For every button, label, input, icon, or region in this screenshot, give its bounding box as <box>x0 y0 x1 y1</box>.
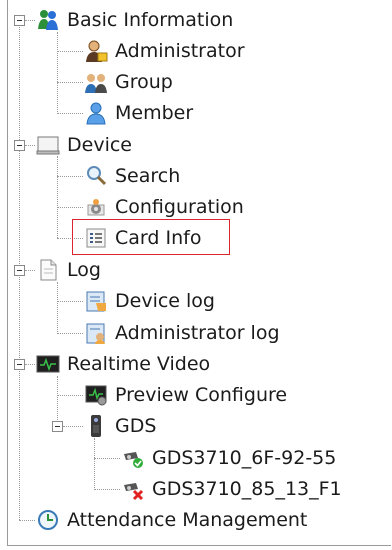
tree-node-label: Attendance Management <box>67 509 308 531</box>
tree-connector <box>57 51 83 52</box>
tree-node-label: GDS <box>115 415 157 437</box>
tree-node-label: Search <box>115 165 181 187</box>
tree-connector <box>57 113 83 114</box>
tree-node-member[interactable]: Member <box>84 98 196 128</box>
tree-connector <box>57 176 83 177</box>
tree-node-label: GDS3710_6F-92-55 <box>152 447 337 469</box>
preview-configure-icon <box>84 383 108 407</box>
tree-node-configuration[interactable]: Configuration <box>84 192 247 222</box>
navigation-tree: Basic Information Administrator Group Me… <box>7 0 391 546</box>
tree-node-label: Realtime Video <box>67 353 211 375</box>
tree-node-label: GDS3710_85_13_F1 <box>152 478 342 500</box>
tree-node-gds[interactable]: GDS <box>84 411 159 441</box>
tree-connector <box>63 426 83 427</box>
tree-node-device-log[interactable]: Device log <box>84 286 218 316</box>
camera-offline-icon <box>121 477 145 501</box>
card-info-highlight-box <box>72 219 230 255</box>
people-group-icon <box>36 8 60 32</box>
tree-connector <box>57 395 83 396</box>
tree-guide-basic <box>57 32 58 114</box>
tree-node-attendance-management[interactable]: Attendance Management <box>36 505 310 535</box>
tree-connector <box>25 20 35 21</box>
tree-node-administrator[interactable]: Administrator <box>84 36 248 66</box>
collapse-realtime-video-toggle[interactable] <box>14 359 25 370</box>
member-user-icon <box>84 101 108 125</box>
gds-device-icon <box>84 414 108 438</box>
collapse-device-toggle[interactable] <box>14 140 25 151</box>
collapse-log-toggle[interactable] <box>14 265 25 276</box>
device-icon <box>36 133 60 157</box>
tree-node-label: Log <box>67 259 101 281</box>
tree-node-administrator-log[interactable]: Administrator log <box>84 318 283 348</box>
administrator-user-icon <box>84 39 108 63</box>
tree-node-label: Device log <box>115 290 215 312</box>
collapse-gds-toggle[interactable] <box>52 421 63 432</box>
tree-node-search[interactable]: Search <box>84 161 183 191</box>
tree-node-gds-device-1[interactable]: GDS3710_6F-92-55 <box>121 443 339 473</box>
group-users-icon <box>84 70 108 94</box>
tree-connector <box>94 489 120 490</box>
tree-node-label: Basic Information <box>67 9 234 31</box>
tree-node-realtime-video[interactable]: Realtime Video <box>36 349 213 379</box>
collapse-basic-information-toggle[interactable] <box>14 15 25 26</box>
tree-connector <box>57 301 83 302</box>
attendance-clock-icon <box>36 508 60 532</box>
tree-node-label: Member <box>115 102 194 124</box>
tree-node-label: Configuration <box>115 196 244 218</box>
tree-connector <box>57 207 83 208</box>
tree-node-group[interactable]: Group <box>84 67 176 97</box>
video-monitor-icon <box>36 352 60 376</box>
tree-node-label: Device <box>67 134 132 156</box>
tree-node-label: Administrator <box>115 40 245 62</box>
tree-node-label: Administrator log <box>115 322 280 344</box>
device-log-icon <box>84 289 108 313</box>
tree-node-preview-configure[interactable]: Preview Configure <box>84 380 290 410</box>
tree-guide-log <box>57 282 58 334</box>
tree-connector <box>57 333 83 334</box>
administrator-log-icon <box>84 321 108 345</box>
tree-node-basic-information[interactable]: Basic Information <box>36 5 236 35</box>
tree-connector <box>57 82 83 83</box>
tree-connector <box>25 364 35 365</box>
tree-node-label: Group <box>115 71 173 93</box>
tree-guide-device <box>57 156 58 238</box>
gear-configuration-icon <box>84 195 108 219</box>
camera-online-icon <box>121 446 145 470</box>
tree-connector <box>19 520 35 521</box>
magnifier-search-icon <box>84 164 108 188</box>
tree-connector <box>25 270 35 271</box>
tree-connector <box>25 145 35 146</box>
tree-node-log[interactable]: Log <box>36 255 104 285</box>
log-document-icon <box>36 258 60 282</box>
tree-connector <box>94 458 120 459</box>
tree-guide-gds <box>94 438 95 490</box>
tree-node-device[interactable]: Device <box>36 130 135 160</box>
tree-node-label: Preview Configure <box>115 384 288 406</box>
tree-node-gds-device-2[interactable]: GDS3710_85_13_F1 <box>121 474 345 504</box>
